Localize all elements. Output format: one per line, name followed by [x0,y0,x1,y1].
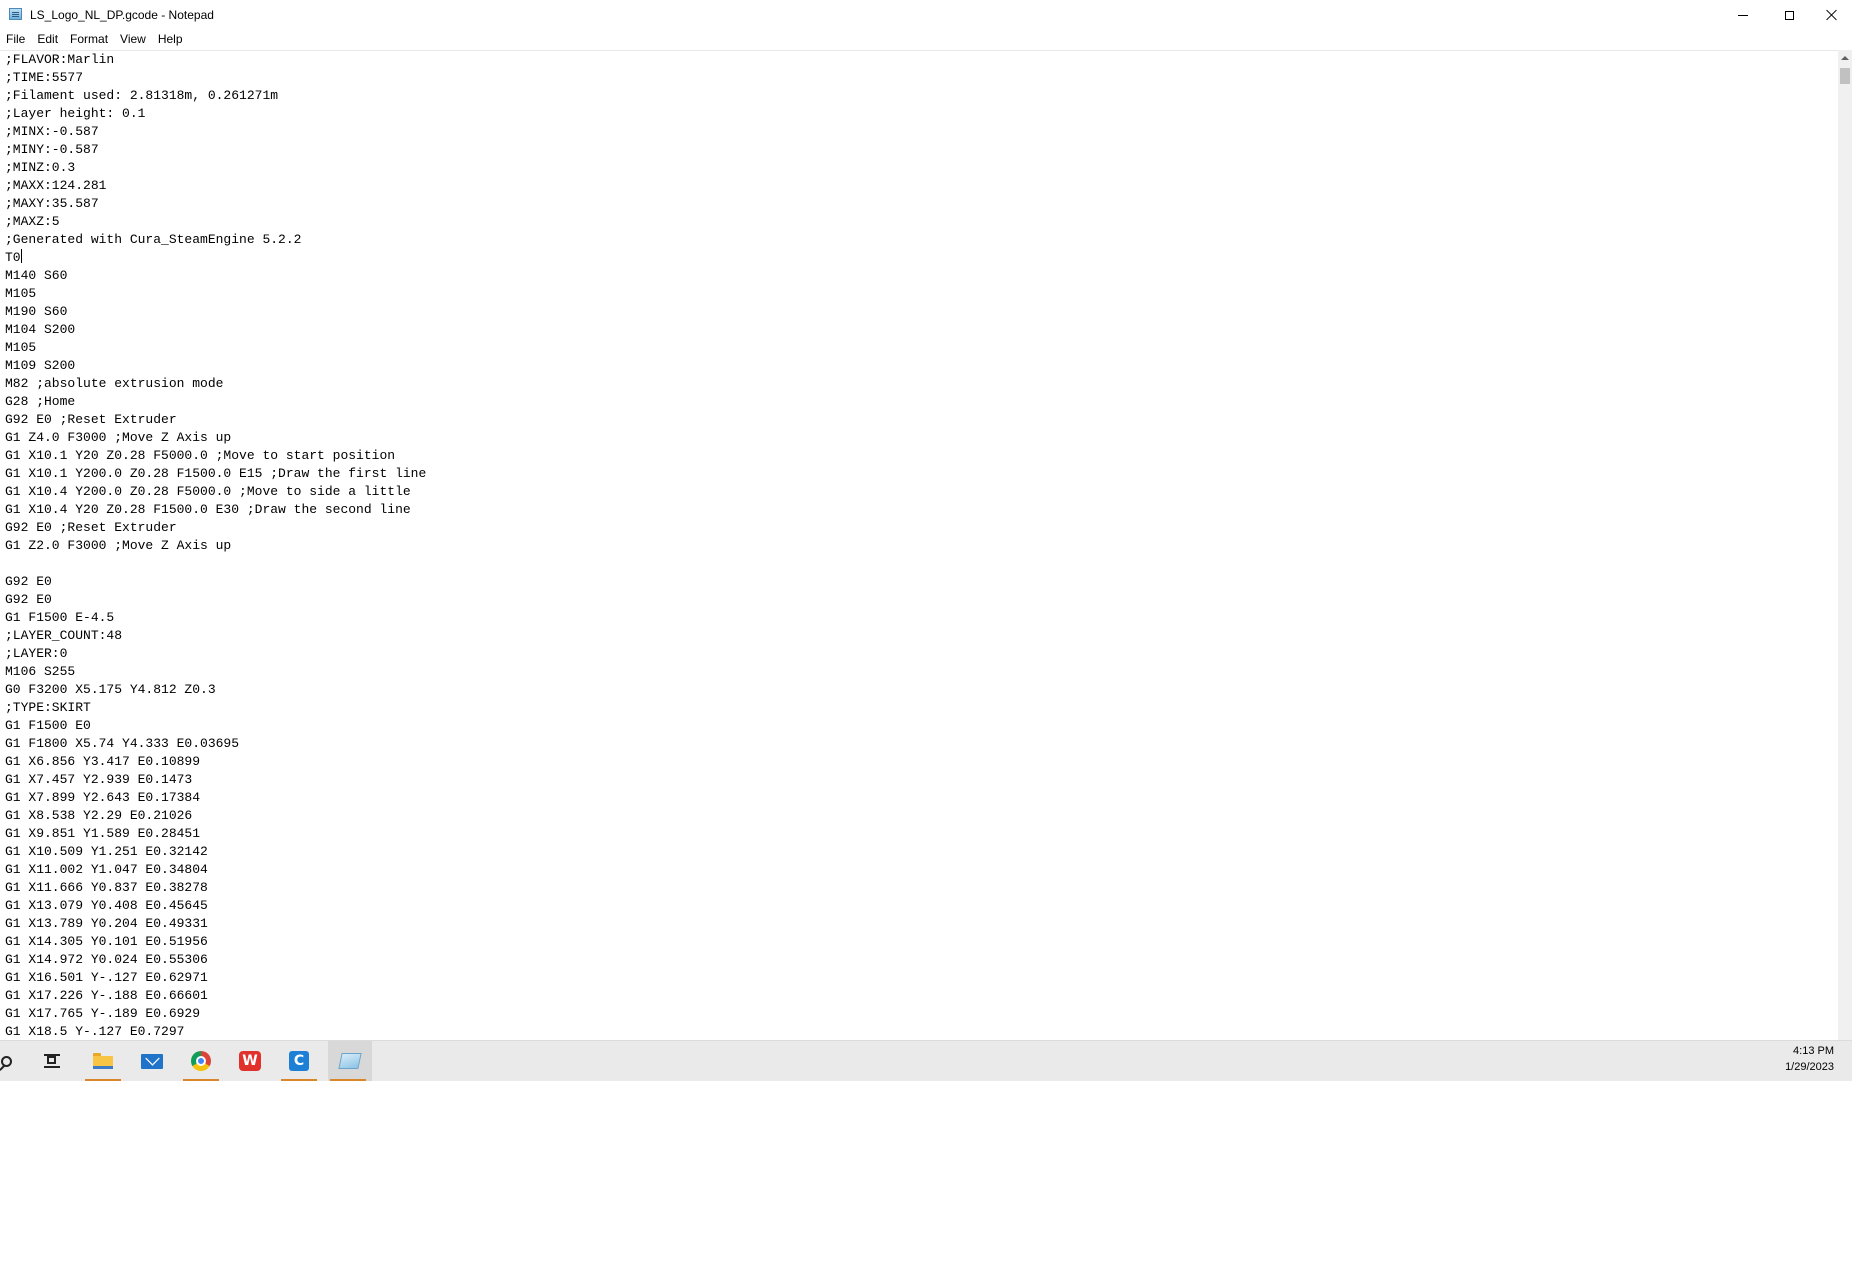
search-icon [0,1055,12,1067]
editor-line: M109 S200 [5,358,76,373]
folder-icon [93,1053,113,1069]
chevron-up-icon [1841,56,1849,60]
editor-line: G0 F3200 X5.175 Y4.812 Z0.3 [5,682,216,697]
clock-date: 1/29/2023 [1785,1061,1834,1073]
close-icon [1826,9,1838,21]
editor-line: G1 X10.4 Y200.0 Z0.28 F5000.0 ;Move to s… [5,484,411,499]
editor-line: G92 E0 [5,574,52,589]
title-bar[interactable]: LS_Logo_NL_DP.gcode - Notepad [0,0,1852,30]
editor-line: M82 ;absolute extrusion mode [5,376,224,391]
editor-line: G1 X10.4 Y20 Z0.28 F1500.0 E30 ;Draw the… [5,502,411,517]
editor-line: G1 Z2.0 F3000 ;Move Z Axis up [5,538,232,553]
scroll-up-button[interactable] [1838,50,1852,66]
notepad-icon [338,1053,362,1069]
editor-line: G92 E0 ;Reset Extruder [5,520,177,535]
editor-line: G1 F1500 E0 [5,718,91,733]
editor-line: G1 X13.789 Y0.204 E0.49331 [5,916,208,931]
editor-line: G1 X10.1 Y20 Z0.28 F5000.0 ;Move to star… [5,448,396,463]
notepad-button[interactable] [328,1041,372,1081]
menu-format[interactable]: Format [64,30,114,49]
editor-line: ;MINY:-0.587 [5,142,99,157]
menu-edit[interactable]: Edit [31,30,64,49]
editor-line: G1 X17.765 Y-.189 E0.6929 [5,1006,201,1021]
editor-line: M106 S255 [5,664,76,679]
editor-line: G1 X11.002 Y1.047 E0.34804 [5,862,208,877]
editor-line: ;MAXY:35.587 [5,196,99,211]
notepad-icon [9,8,22,20]
editor-line: G1 X8.538 Y2.29 E0.21026 [5,808,193,823]
scroll-thumb[interactable] [1840,68,1850,84]
search-button[interactable] [0,1041,26,1081]
maximize-button[interactable] [1766,0,1812,30]
maximize-icon [1784,10,1794,20]
editor-line: G1 X10.509 Y1.251 E0.32142 [5,844,208,859]
editor-line: ;LAYER:0 [5,646,68,661]
mail-button[interactable] [132,1041,172,1081]
editor-line: G1 X10.1 Y200.0 Z0.28 F1500.0 E15 ;Draw … [5,466,427,481]
system-clock[interactable]: 4:13 PM 1/29/2023 [1785,1043,1834,1075]
editor-line: ;TIME:5577 [5,70,84,85]
chrome-button[interactable] [181,1041,221,1081]
wps-button[interactable]: W [230,1041,270,1081]
editor-line: T0 [5,249,22,265]
editor-line: ;Layer height: 0.1 [5,106,146,121]
editor-line: ;MINZ:0.3 [5,160,76,175]
editor-line: G1 X17.226 Y-.188 E0.66601 [5,988,208,1003]
close-button[interactable] [1812,0,1852,30]
vertical-scrollbar[interactable] [1838,50,1852,1040]
editor-line: G1 X7.899 Y2.643 E0.17384 [5,790,201,805]
editor-line: G1 X7.457 Y2.939 E0.1473 [5,772,193,787]
wps-icon: W [239,1051,261,1071]
mail-icon [141,1053,163,1069]
clock-time: 4:13 PM [1793,1045,1834,1057]
editor-line: G92 E0 ;Reset Extruder [5,412,177,427]
editor-line: G1 X6.856 Y3.417 E0.10899 [5,754,201,769]
editor-line: G1 X14.305 Y0.101 E0.51956 [5,934,208,949]
editor-line: M190 S60 [5,304,68,319]
editor-line: ;Generated with Cura_SteamEngine 5.2.2 [5,232,302,247]
minimize-icon [1738,14,1748,16]
editor-line: ;Filament used: 2.81318m, 0.261271m [5,88,279,103]
cura-icon: C [289,1051,309,1071]
editor-line: M105 [5,340,37,355]
editor-line: ;LAYER_COUNT:48 [5,628,123,643]
text-editor[interactable]: ;FLAVOR:Marlin ;TIME:5577 ;Filament used: … [0,50,1838,1041]
editor-line: G1 X9.851 Y1.589 E0.28451 [5,826,201,841]
menu-help[interactable]: Help [152,30,189,49]
editor-line: G1 F1500 E-4.5 [5,610,115,625]
editor-line: ;FLAVOR:Marlin [5,52,115,67]
editor-line: ;MINX:-0.587 [5,124,99,139]
editor-line: G28 ;Home [5,394,76,409]
editor-line: G1 X16.501 Y-.127 E0.62971 [5,970,208,985]
taskbar: W C 4:13 PM 1/29/2023 [0,1040,1852,1081]
menu-bar: File Edit Format View Help [0,30,1852,49]
editor-line: G1 X18.5 Y-.127 E0.7297 [5,1024,185,1039]
editor-line: G1 F1800 X5.74 Y4.333 E0.03695 [5,736,240,751]
editor-line: G1 Z4.0 F3000 ;Move Z Axis up [5,430,232,445]
text-caret [20,249,22,263]
editor-line: G1 X13.079 Y0.408 E0.45645 [5,898,208,913]
editor-line: G1 X11.666 Y0.837 E0.38278 [5,880,208,895]
minimize-button[interactable] [1720,0,1766,30]
editor-line: G1 X14.972 Y0.024 E0.55306 [5,952,208,967]
menu-view[interactable]: View [114,30,152,49]
editor-line: M140 S60 [5,268,68,283]
editor-line: M104 S200 [5,322,76,337]
menu-file[interactable]: File [0,30,31,49]
editor-line: ;TYPE:SKIRT [5,700,91,715]
file-explorer-button[interactable] [83,1041,123,1081]
cura-button[interactable]: C [279,1041,319,1081]
editor-line: M105 [5,286,37,301]
window-title: LS_Logo_NL_DP.gcode - Notepad [30,8,214,22]
task-view-icon [44,1054,60,1068]
editor-line: G92 E0 [5,592,52,607]
chrome-icon [191,1051,211,1071]
task-view-button[interactable] [32,1041,72,1081]
editor-line: ;MAXX:124.281 [5,178,107,193]
editor-line: ;MAXZ:5 [5,214,60,229]
